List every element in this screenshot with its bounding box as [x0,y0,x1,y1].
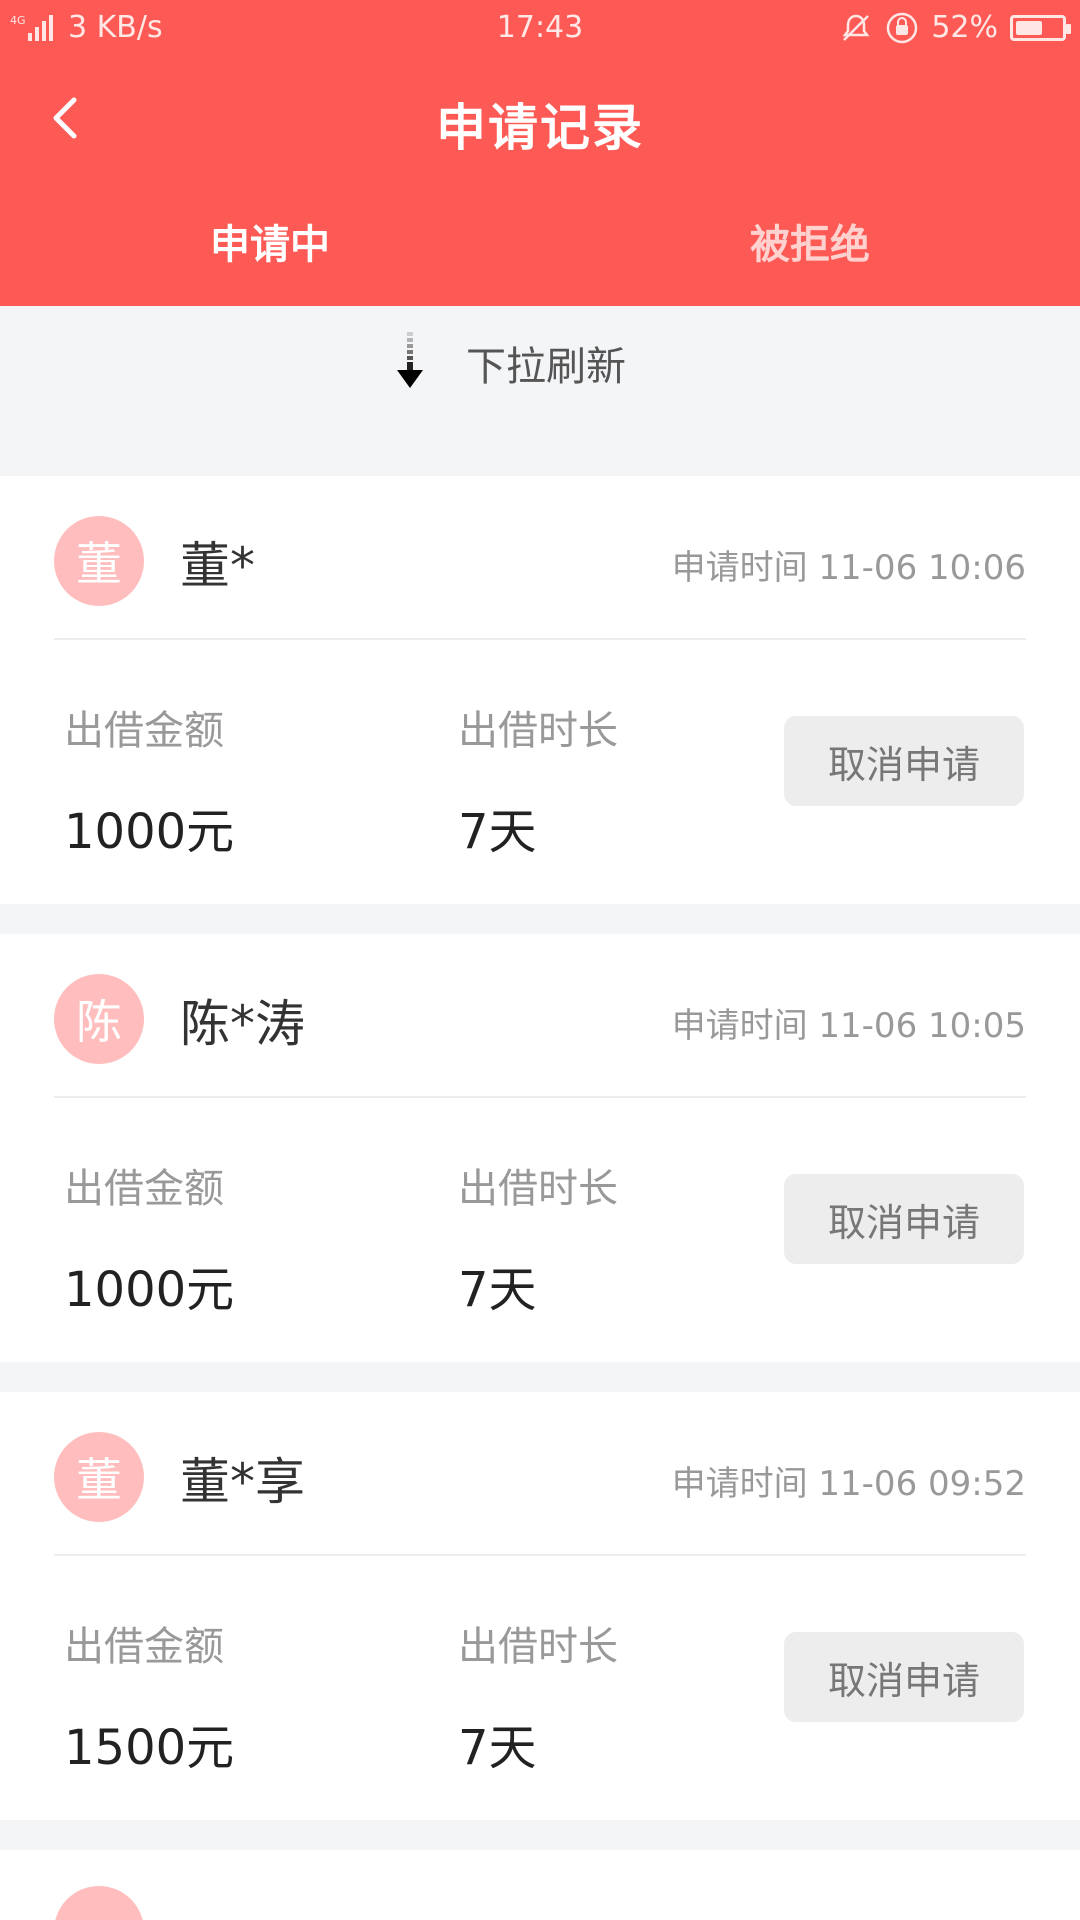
amount-label: 出借金额 [64,1624,224,1670]
application-card: 董 董*享 申请时间 11-06 09:52 出借金额 出借时长 1500元 7… [0,1392,1080,1820]
status-right: 52% [839,10,1071,45]
duration-label: 出借时长 [458,1624,618,1670]
arrow-down-icon [397,332,423,388]
tab-rejected[interactable]: 被拒绝 [540,212,1080,270]
duration-label: 出借时长 [458,708,618,754]
application-time: 申请时间 11-06 09:52 [671,1464,1026,1504]
application-card: 董 董* 申请时间 11-06 10:06 出借金额 出借时长 1000元 7天… [0,476,1080,904]
applicant-name: 陈*涛 [180,995,305,1053]
amount-value: 1000元 [64,1262,235,1318]
tab-pending[interactable]: 申请中 [0,212,540,270]
divider [54,1554,1026,1556]
duration-value: 7天 [458,804,537,860]
duration-value: 7天 [458,1720,537,1776]
avatar: 董 [54,1432,144,1522]
cancel-application-button[interactable]: 取消申请 [784,716,1024,806]
pull-refresh-label: 下拉刷新 [466,344,626,390]
amount-value: 1000元 [64,804,235,860]
applicant-name: 董* [180,537,255,595]
status-bar: 4G 3 KB/s 17:43 52% [0,0,1080,56]
application-time: 申请时间 11-06 10:05 [671,1006,1026,1046]
divider [54,1096,1026,1098]
pull-to-refresh: 下拉刷新 [0,306,1080,476]
battery-percent: 52% [931,10,998,45]
amount-label: 出借金额 [64,1166,224,1212]
app-header: 4G 3 KB/s 17:43 52% 申请记录 申请中 被拒绝 [0,0,1080,306]
cancel-application-button[interactable]: 取消申请 [784,1174,1024,1264]
mute-bell-icon [842,14,870,41]
amount-value: 1500元 [64,1720,235,1776]
divider [54,638,1026,640]
application-time: 申请时间 11-06 10:06 [671,548,1026,588]
application-card: 陈 陈*涛 申请时间 11-06 10:05 出借金额 出借时长 1000元 7… [0,934,1080,1362]
cancel-application-button[interactable]: 取消申请 [784,1632,1024,1722]
avatar [54,1886,144,1920]
page-title: 申请记录 [436,99,644,157]
avatar: 陈 [54,974,144,1064]
battery-icon [1010,14,1071,41]
avatar: 董 [54,516,144,606]
amount-label: 出借金额 [64,708,224,754]
rotation-lock-icon [887,12,918,43]
tab-bar: 申请中 被拒绝 [0,212,1080,282]
duration-label: 出借时长 [458,1166,618,1212]
duration-value: 7天 [458,1262,537,1318]
application-card-partial [0,1850,1080,1920]
applicant-name: 董*享 [180,1453,305,1511]
